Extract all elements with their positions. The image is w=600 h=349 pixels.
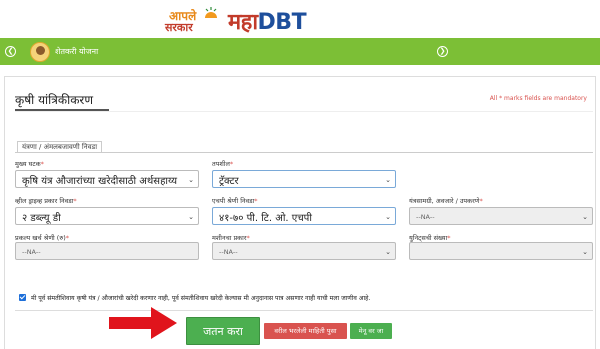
annotation-arrow-icon xyxy=(109,307,177,339)
clear-filled-info-button[interactable]: वरील भरलेली माहिती पुसा xyxy=(264,323,347,339)
page-title: कृषी यांत्रिकीकरण xyxy=(15,93,93,107)
form-panel: कृषी यांत्रिकीकरण All * marks fields are… xyxy=(4,76,596,349)
mahadbt-logo[interactable]: महाDBT xyxy=(228,6,307,35)
top-nav-bar: ❮ शेतकरी योजना ❯ xyxy=(0,38,600,65)
nav-tab-label: शेतकरी योजना xyxy=(55,47,99,56)
equipment-label: यंत्रसामग्री, अवजारे / उपकरणे* xyxy=(409,197,483,205)
nav-tab-farmer-schemes[interactable]: शेतकरी योजना xyxy=(30,40,98,63)
wheel-drive-label: व्हील ड्राइव्ह प्रकार निवडा* xyxy=(15,197,77,205)
go-to-menu-button[interactable]: मेनू वर जा xyxy=(350,323,392,339)
cost-category-label: प्रकल्प खर्च श्रेणी (रु)* xyxy=(15,234,70,242)
chevron-right-circle-icon[interactable]: ❯ xyxy=(437,46,448,57)
logo-dbt-text: DBT xyxy=(257,10,307,35)
aaple-sarkar-logo[interactable]: आपले सरकार xyxy=(165,4,223,36)
machine-type-select[interactable]: --NA-- ⌄ xyxy=(212,242,396,260)
chevron-down-icon: ⌄ xyxy=(188,213,194,221)
site-header: आपले सरकार महाDBT xyxy=(0,0,600,38)
mandatory-note: All * marks fields are mandatory xyxy=(489,95,587,102)
declaration-checkbox[interactable] xyxy=(19,294,26,301)
declaration-divider xyxy=(15,310,593,311)
chevron-down-icon: ⌄ xyxy=(188,176,194,184)
hp-category-value: ४१-७० पी. टि. ओ. एचपी xyxy=(219,213,312,224)
chevron-down-icon: ⌄ xyxy=(385,213,391,221)
details-label: तपशील* xyxy=(212,160,234,168)
logo-sarkar-text: सरकार xyxy=(165,21,193,34)
logo-maha-text: महा xyxy=(228,10,258,35)
hp-category-label: एचपी श्रेणी निवडा* xyxy=(212,197,258,205)
title-divider xyxy=(15,111,593,112)
main-component-select[interactable]: कृषि यंत्र औजारांच्या खरेदीसाठी अर्थसहाय… xyxy=(15,170,199,188)
machine-type-label: मशीनचा प्रकार* xyxy=(212,234,250,242)
chevron-down-icon: ⌄ xyxy=(385,248,391,256)
equipment-select[interactable]: --NA-- ⌄ xyxy=(409,207,593,225)
unit-count-select[interactable]: ⌄ xyxy=(409,242,593,260)
chevron-down-icon: ⌄ xyxy=(582,213,588,221)
chevron-left-circle-icon[interactable]: ❮ xyxy=(5,46,16,57)
declaration-text: मी पूर्व संमतीशिवाय कृषी यंत्र / औजारांच… xyxy=(31,295,371,302)
main-component-value: कृषि यंत्र औजारांच्या खरेदीसाठी अर्थसहाय… xyxy=(22,176,178,187)
unit-count-label: युनिट्सची संख्या* xyxy=(409,234,451,242)
farmer-avatar-icon xyxy=(30,41,50,62)
declaration-row: मी पूर्व संमतीशिवाय कृषी यंत्र / औजारांच… xyxy=(15,292,593,311)
machine-type-value: --NA-- xyxy=(219,248,238,256)
chevron-down-icon: ⌄ xyxy=(582,248,588,256)
cost-category-value: --NA-- xyxy=(22,248,41,256)
save-button[interactable]: जतन करा xyxy=(186,317,260,345)
details-value: ट्रॅक्टर xyxy=(219,176,239,187)
details-select[interactable]: ट्रॅक्टर ⌄ xyxy=(212,170,396,188)
wheel-drive-value: २ डब्ल्यू डी xyxy=(22,213,61,224)
chevron-down-icon: ⌄ xyxy=(385,176,391,184)
hp-category-select[interactable]: ४१-७० पी. टि. ओ. एचपी ⌄ xyxy=(212,207,396,225)
wheel-drive-select[interactable]: २ डब्ल्यू डी ⌄ xyxy=(15,207,199,225)
main-component-label: मुख्य घटक* xyxy=(15,160,44,168)
section-divider xyxy=(15,152,593,153)
sun-icon xyxy=(205,7,217,18)
cost-category-select[interactable]: --NA-- xyxy=(15,242,199,260)
equipment-value: --NA-- xyxy=(416,213,435,221)
